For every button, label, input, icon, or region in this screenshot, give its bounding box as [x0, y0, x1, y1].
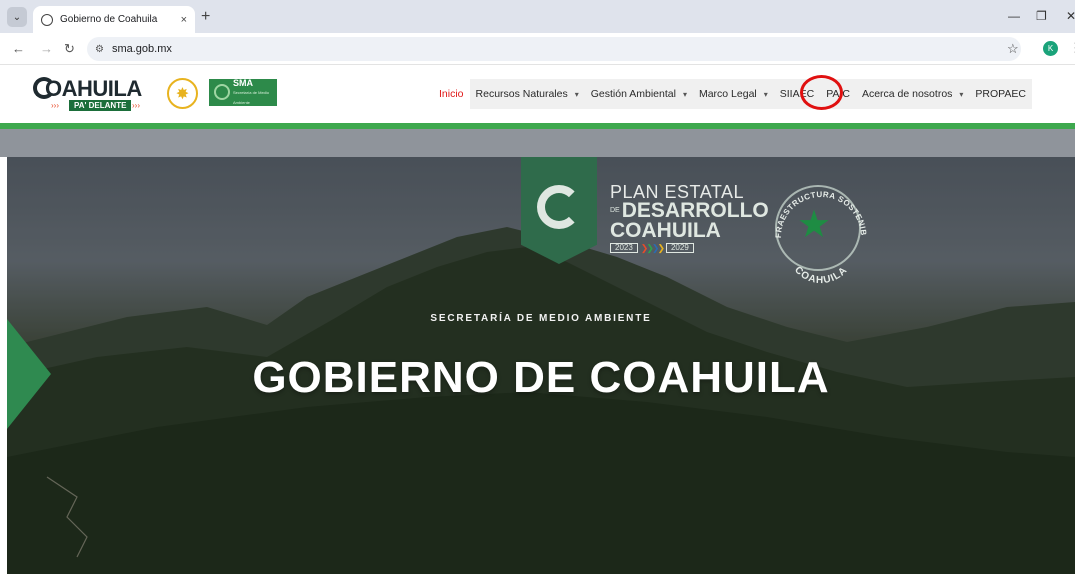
back-arrow-icon[interactable]: ← — [12, 41, 25, 56]
hero-banner: PLAN ESTATAL DEDESARROLLO COAHUILA 2023 … — [7, 157, 1075, 574]
sma-logo[interactable]: SMA Secretaría de Medio Ambiente — [209, 78, 277, 108]
hero-kicker: SECRETARÍA DE MEDIO AMBIENTE — [430, 313, 652, 324]
profile-avatar[interactable]: K — [1043, 41, 1058, 56]
restore-icon[interactable]: ❐ — [1036, 9, 1047, 23]
badge-top-text: INFRAESTRUCTURA SOSTENIBLE — [767, 177, 868, 238]
tab-search-button[interactable]: ⌄ — [7, 7, 27, 27]
arrows-icon: ››› — [51, 101, 59, 110]
badge-bottom-text: COAHUILA — [792, 265, 849, 285]
nav-item-recursos-naturales[interactable]: Recursos Naturales ▾ — [469, 79, 585, 109]
nav-item-inicio[interactable]: Inicio — [433, 79, 470, 109]
caret-down-icon: ▾ — [763, 89, 768, 99]
logo-wordmark: OAHUILA — [45, 76, 142, 101]
hero-title: GOBIERNO DE COAHUILA — [252, 353, 830, 402]
url-text[interactable]: sma.gob.mx — [112, 43, 172, 55]
logo-tagline: PA' DELANTE — [69, 100, 132, 111]
reload-icon[interactable]: ↻ — [64, 41, 75, 57]
sma-sub-label: Secretaría de Medio Ambiente — [233, 89, 270, 105]
nav-item-marco-legal[interactable]: Marco Legal ▾ — [692, 79, 774, 109]
minimize-icon[interactable]: — — [1008, 9, 1020, 23]
infraestructura-sostenible-badge: ★ INFRAESTRUCTURA SOSTENIBLE COAHUILA — [767, 169, 875, 285]
browser-tabstrip: ⌄ Gobierno de Coahuila × + — ❐ ✕ — [0, 0, 1075, 33]
arrows-icon: ››› — [132, 101, 140, 110]
globe-icon — [41, 13, 53, 26]
svg-text:COAHUILA: COAHUILA — [792, 265, 850, 285]
nav-item-acerca-de-nosotros[interactable]: Acerca de nosotros ▾ — [855, 79, 970, 109]
forward-arrow-icon[interactable]: → — [40, 41, 53, 56]
main-navigation: Inicio Recursos Naturales ▾ Gestión Ambie… — [433, 79, 1032, 109]
annotation-circle — [800, 75, 843, 110]
plan-years: 2023 ❯❯❯❯ 2029 — [610, 242, 760, 254]
bookmark-star-icon[interactable]: ☆ — [1007, 41, 1019, 57]
window-close-icon[interactable]: ✕ — [1066, 9, 1075, 23]
tab-title: Gobierno de Coahuila — [60, 14, 158, 25]
address-bar[interactable]: ⚙ sma.gob.mx — [87, 37, 1021, 61]
plan-line-2: DEDESARROLLO — [610, 199, 769, 222]
plan-prefix: DE — [610, 207, 620, 215]
plan-line-3: COAHUILA — [610, 219, 721, 243]
coahuila-c-icon — [537, 185, 581, 229]
chevron-down-icon: ⌄ — [12, 11, 22, 23]
caret-down-icon: ▾ — [959, 89, 964, 99]
colored-arrows-icon: ❯❯❯❯ — [640, 242, 665, 253]
sun-icon: ✸ — [175, 85, 190, 103]
gray-band — [0, 129, 1075, 157]
site-header: OAHUILA ››› PA' DELANTE ››› ✸ SMA Secreta… — [0, 66, 1075, 123]
sma-label: SMA Secretaría de Medio Ambiente — [233, 78, 277, 108]
close-icon[interactable]: × — [181, 14, 187, 26]
pasos-de-gigante-seal: ✸ — [167, 78, 198, 109]
coahuila-logo[interactable]: OAHUILA ››› PA' DELANTE ››› — [33, 76, 155, 111]
sma-glyph-icon — [214, 84, 230, 100]
browser-tab[interactable]: Gobierno de Coahuila × — [33, 6, 195, 33]
nav-item-gestion-ambiental[interactable]: Gestión Ambiental ▾ — [584, 79, 693, 109]
nav-item-propaec[interactable]: PROPAEC — [969, 79, 1032, 109]
menu-kebab-icon[interactable]: ⋮ — [1069, 40, 1075, 56]
caret-down-icon: ▾ — [574, 89, 579, 99]
site-settings-icon[interactable]: ⚙ — [95, 44, 104, 55]
year-end: 2029 — [665, 243, 694, 254]
caret-down-icon: ▾ — [682, 89, 687, 99]
svg-text:INFRAESTRUCTURA SOSTENIBLE: INFRAESTRUCTURA SOSTENIBLE — [767, 177, 868, 238]
browser-toolbar: ← → ↻ ⚙ sma.gob.mx ☆ K ⋮ — [0, 33, 1075, 65]
plan-estatal-logo: PLAN ESTATAL DEDESARROLLO COAHUILA 2023 … — [610, 183, 769, 254]
badge-arc-text: INFRAESTRUCTURA SOSTENIBLE COAHUILA — [767, 177, 868, 285]
new-tab-button[interactable]: + — [201, 8, 210, 26]
year-start: 2023 — [610, 243, 638, 254]
